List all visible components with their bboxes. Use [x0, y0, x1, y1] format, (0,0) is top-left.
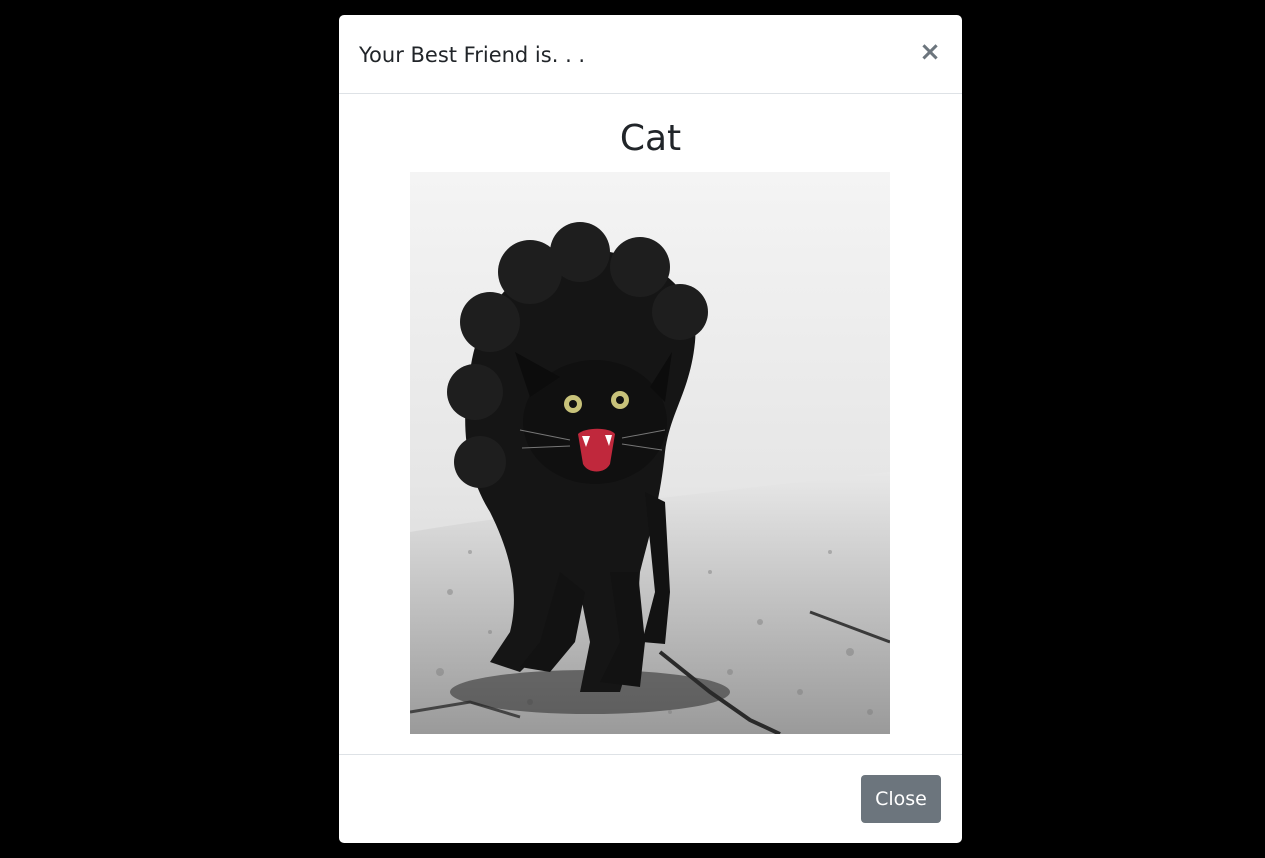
cat-photo [410, 172, 890, 734]
result-modal: Your Best Friend is. . . × Cat Close [339, 15, 962, 843]
modal-header: Your Best Friend is. . . × [339, 15, 962, 94]
modal-title: Your Best Friend is. . . [359, 43, 586, 67]
close-button[interactable]: Close [861, 775, 941, 823]
close-icon[interactable]: × [918, 38, 942, 66]
result-title: Cat [619, 118, 682, 159]
modal-body: Cat [339, 94, 962, 754]
modal-footer: Close [339, 754, 962, 843]
